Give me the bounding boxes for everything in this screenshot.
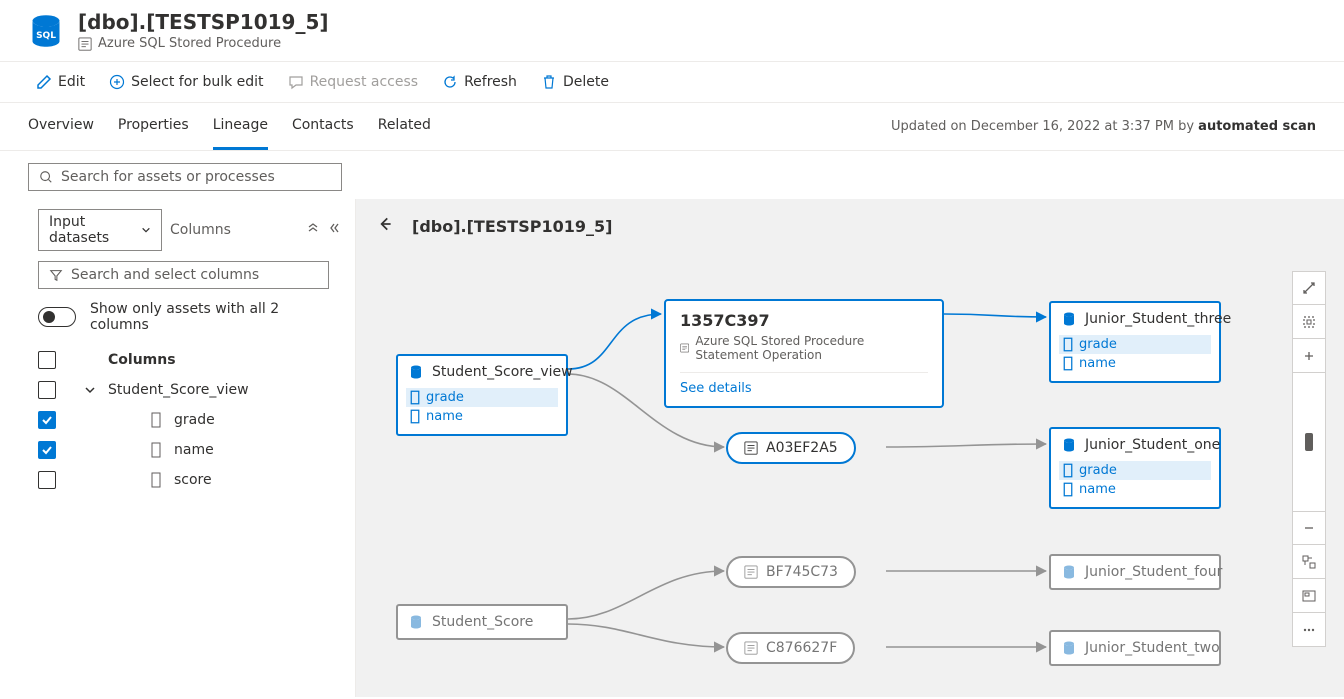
fit-button[interactable]: [1292, 305, 1326, 339]
node-junior-student-one[interactable]: Junior_Student_one grade name: [1049, 427, 1221, 509]
column-search-input[interactable]: Search and select columns: [38, 261, 329, 289]
see-details-link[interactable]: See details: [680, 372, 928, 396]
node-op-a03ef2a5[interactable]: A03EF2A5: [726, 432, 856, 464]
refresh-icon: [442, 74, 458, 90]
page-subtitle: Azure SQL Stored Procedure: [98, 36, 281, 51]
node-student-score-view[interactable]: Student_Score_view grade name: [396, 354, 568, 436]
zoom-out-button[interactable]: [1292, 511, 1326, 545]
columns-header: Columns: [108, 352, 176, 368]
column-icon: [150, 472, 162, 488]
canvas-title: [dbo].[TESTSP1019_5]: [412, 217, 612, 236]
checkbox-view[interactable]: [38, 381, 56, 399]
node-junior-student-three[interactable]: Junior_Student_three grade name: [1049, 301, 1221, 383]
node-op-c876627f[interactable]: C876627F: [726, 632, 855, 664]
node-junior-student-two[interactable]: Junior_Student_two: [1049, 630, 1221, 666]
checkbox-score[interactable]: [38, 471, 56, 489]
minimap-button[interactable]: [1292, 579, 1326, 613]
tab-lineage[interactable]: Lineage: [213, 103, 268, 150]
stored-proc-icon: [680, 342, 689, 354]
trash-icon: [541, 74, 557, 90]
tab-related[interactable]: Related: [378, 103, 431, 150]
refresh-button[interactable]: Refresh: [434, 68, 525, 96]
layout-button[interactable]: [1292, 545, 1326, 579]
checkbox-name[interactable]: [38, 441, 56, 459]
column-icon: [410, 390, 420, 405]
request-access-button: Request access: [280, 68, 427, 96]
col-name: name: [174, 442, 214, 458]
fullscreen-button[interactable]: [1292, 271, 1326, 305]
input-datasets-dropdown[interactable]: Input datasets: [38, 209, 162, 251]
bulk-edit-button[interactable]: Select for bulk edit: [101, 68, 271, 96]
tab-overview[interactable]: Overview: [28, 103, 94, 150]
page-header: SQL [dbo].[TESTSP1019_5] Azure SQL Store…: [0, 0, 1344, 61]
search-icon: [39, 170, 53, 184]
page-title: [dbo].[TESTSP1019_5]: [78, 10, 329, 34]
col-score: score: [174, 472, 212, 488]
chevron-down-icon[interactable]: [84, 384, 96, 396]
collapse-left-icon[interactable]: [327, 222, 339, 238]
col-grade[interactable]: grade: [406, 388, 558, 407]
plus-circle-icon: [109, 74, 125, 90]
delete-button[interactable]: Delete: [533, 68, 617, 96]
svg-text:SQL: SQL: [36, 30, 56, 40]
sidebar: Input datasets Columns Search and select…: [0, 199, 356, 697]
edit-button[interactable]: Edit: [28, 68, 93, 96]
column-icon: [150, 412, 162, 428]
node-junior-student-four[interactable]: Junior_Student_four: [1049, 554, 1221, 590]
pencil-icon: [36, 74, 52, 90]
col-name[interactable]: name: [1059, 354, 1211, 373]
node-op-1357c397[interactable]: 1357C397 Azure SQL Stored Procedure Stat…: [664, 299, 944, 408]
checkbox-grade[interactable]: [38, 411, 56, 429]
zoom-controls: [1292, 271, 1326, 513]
col-grade[interactable]: grade: [1059, 335, 1211, 354]
col-grade[interactable]: grade: [1059, 461, 1211, 480]
col-grade: grade: [174, 412, 215, 428]
filter-icon: [49, 268, 63, 282]
stored-proc-icon: [744, 565, 758, 579]
db-icon: [408, 364, 424, 380]
collapse-up-icon[interactable]: [307, 222, 319, 238]
view-name: Student_Score_view: [108, 382, 249, 398]
comment-icon: [288, 74, 304, 90]
db-icon: [1061, 564, 1077, 580]
column-icon: [410, 409, 420, 424]
toggle-label: Show only assets with all 2 columns: [90, 301, 329, 333]
stored-proc-icon: [744, 641, 758, 655]
back-button[interactable]: [376, 215, 394, 237]
node-op-bf745c73[interactable]: BF745C73: [726, 556, 856, 588]
column-icon: [1063, 337, 1073, 352]
stored-proc-icon: [744, 441, 758, 455]
secondary-controls: [1292, 511, 1326, 647]
updated-info: Updated on December 16, 2022 at 3:37 PM …: [891, 119, 1316, 134]
search-assets-input[interactable]: Search for assets or processes: [28, 163, 342, 191]
db-icon: [1061, 640, 1077, 656]
sql-icon: SQL: [28, 13, 64, 49]
column-icon: [1063, 463, 1073, 478]
node-student-score[interactable]: Student_Score: [396, 604, 568, 640]
tabs: Overview Properties Lineage Contacts Rel…: [28, 103, 431, 150]
tab-properties[interactable]: Properties: [118, 103, 189, 150]
tab-contacts[interactable]: Contacts: [292, 103, 354, 150]
stored-proc-icon: [78, 37, 92, 51]
zoom-slider[interactable]: [1292, 373, 1326, 513]
toolbar: Edit Select for bulk edit Request access…: [0, 61, 1344, 103]
lineage-canvas[interactable]: [dbo].[TESTSP1019_5]: [356, 199, 1344, 697]
show-only-toggle[interactable]: [38, 307, 76, 327]
db-icon: [1061, 437, 1077, 453]
zoom-in-button[interactable]: [1292, 339, 1326, 373]
more-button[interactable]: [1292, 613, 1326, 647]
columns-label: Columns: [170, 222, 299, 238]
db-icon: [1061, 311, 1077, 327]
col-name[interactable]: name: [1059, 480, 1211, 499]
checkbox-columns[interactable]: [38, 351, 56, 369]
db-icon: [408, 614, 424, 630]
col-name[interactable]: name: [406, 407, 558, 426]
chevron-down-icon: [141, 224, 151, 236]
column-icon: [150, 442, 162, 458]
column-icon: [1063, 482, 1073, 497]
column-icon: [1063, 356, 1073, 371]
